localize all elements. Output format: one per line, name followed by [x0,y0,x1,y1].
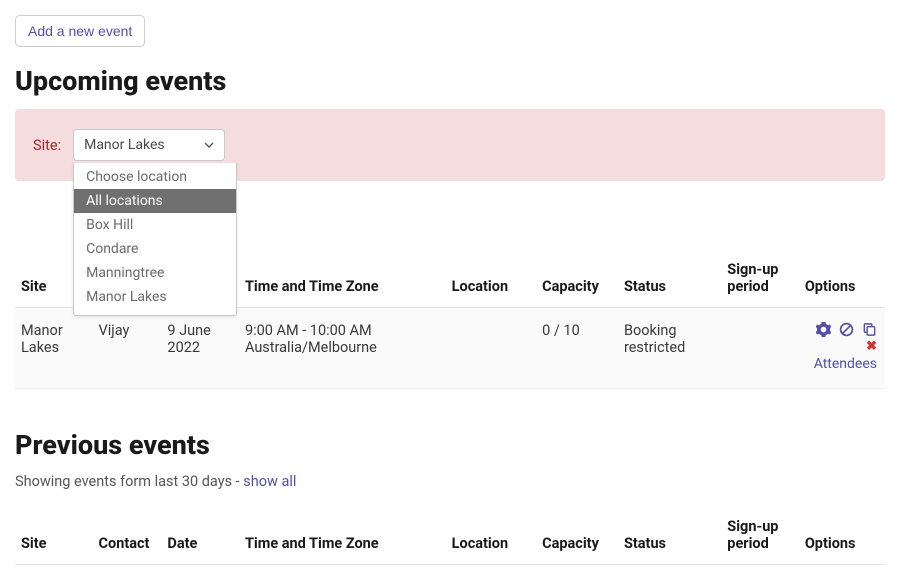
site-dropdown: Choose locationAll locationsBox HillCond… [73,163,237,316]
col-location: Location [446,251,536,308]
col-contact: Contact [93,508,162,565]
site-select-value: Manor Lakes [84,137,165,153]
col-capacity: Capacity [536,508,618,565]
col-capacity: Capacity [536,251,618,308]
site-filter-label: Site: [33,137,61,154]
copy-icon[interactable] [862,322,877,337]
site-option[interactable]: Condare [74,237,236,261]
cell-site: Manor Lakes [15,308,93,389]
previous-caption-text: Showing events form last 30 days - [15,473,243,490]
cell-contact: Vijay [93,308,162,389]
col-time: Time and Time Zone [239,508,446,565]
cell-time: 9:00 AM - 10:00 AM Australia/Melbourne [239,308,446,389]
site-option[interactable]: Choose location [74,165,236,189]
site-select[interactable]: Manor Lakes [73,129,225,161]
col-options: Options [799,508,885,565]
table-row: Manor Lakes Vijay 9 June 2022 9:00 AM - … [15,308,885,389]
col-signup: Sign-up period [721,251,799,308]
attendees-link[interactable]: Attendees [805,356,877,372]
cell-signup [721,308,799,389]
col-date: Date [161,508,239,565]
cell-options: ✖ Attendees [799,308,885,389]
site-option[interactable]: Manor Lakes [74,285,236,309]
cell-date: 9 June 2022 [161,308,239,389]
previous-events-table: Site Contact Date Time and Time Zone Loc… [15,508,885,565]
table-header-row: Site Contact Date Time and Time Zone Loc… [15,508,885,565]
gear-icon[interactable] [816,322,831,337]
delete-icon[interactable]: ✖ [805,339,877,354]
col-location: Location [446,508,536,565]
row-option-icons [805,322,877,337]
cell-capacity: 0 / 10 [536,308,618,389]
site-select-wrap: Manor Lakes Choose locationAll locations… [73,129,225,161]
chevron-down-icon [204,142,214,148]
show-all-link[interactable]: show all [243,473,296,490]
site-option[interactable]: Box Hill [74,213,236,237]
col-status: Status [618,251,721,308]
cell-status: Booking restricted [618,308,721,389]
cell-location [446,308,536,389]
site-filter-bar: Site: Manor Lakes Choose locationAll loc… [15,109,885,181]
upcoming-events-heading: Upcoming events [15,65,885,97]
site-option[interactable]: Manningtree [74,261,236,285]
previous-events-caption: Showing events form last 30 days - show … [15,473,885,490]
col-site: Site [15,508,93,565]
block-icon[interactable] [839,322,854,337]
col-options: Options [799,251,885,308]
add-event-button[interactable]: Add a new event [15,15,145,47]
col-time: Time and Time Zone [239,251,446,308]
site-option[interactable]: All locations [74,189,236,213]
previous-events-heading: Previous events [15,429,885,461]
col-signup: Sign-up period [721,508,799,565]
col-status: Status [618,508,721,565]
